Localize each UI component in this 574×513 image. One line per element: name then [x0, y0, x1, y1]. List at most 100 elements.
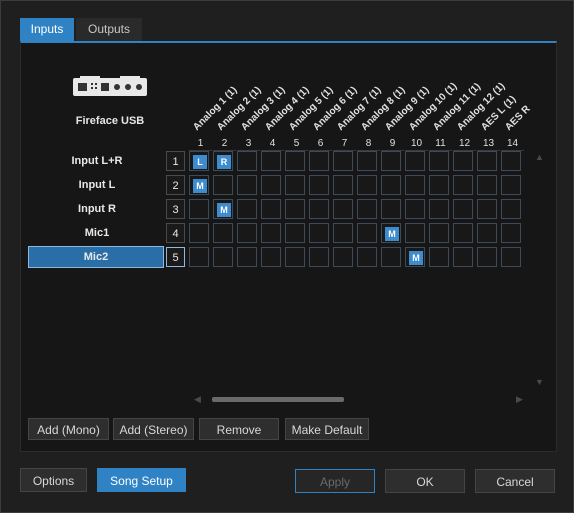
assignment-marker[interactable]: L [193, 155, 207, 169]
routing-cell[interactable] [261, 151, 281, 171]
channel-name[interactable]: Mic2 [28, 246, 164, 268]
apply-button[interactable]: Apply [295, 469, 375, 493]
routing-cell[interactable] [285, 151, 305, 171]
channel-name[interactable]: Input R [30, 199, 164, 219]
channel-name[interactable]: Mic1 [30, 223, 164, 243]
routing-cell[interactable] [477, 199, 497, 219]
routing-cell[interactable] [429, 199, 449, 219]
routing-cell[interactable]: L [189, 151, 209, 171]
tab-inputs[interactable]: Inputs [20, 18, 74, 41]
routing-cell[interactable] [333, 199, 353, 219]
channel-name[interactable]: Input L [30, 175, 164, 195]
options-button[interactable]: Options [20, 468, 87, 492]
routing-cell[interactable] [333, 247, 353, 267]
routing-cell[interactable] [405, 175, 425, 195]
routing-cell[interactable] [309, 175, 329, 195]
routing-cell[interactable]: R [213, 151, 233, 171]
routing-cell[interactable] [501, 247, 521, 267]
routing-cell[interactable] [333, 223, 353, 243]
routing-cell[interactable] [453, 199, 473, 219]
assignment-marker[interactable]: M [193, 179, 207, 193]
channel-name[interactable]: Input L+R [30, 151, 164, 171]
routing-cell[interactable] [453, 247, 473, 267]
routing-cell[interactable] [429, 247, 449, 267]
channel-number: 3 [166, 199, 185, 219]
routing-cell[interactable] [237, 199, 257, 219]
routing-cell[interactable] [189, 199, 209, 219]
routing-cell[interactable]: M [405, 247, 425, 267]
routing-cell[interactable] [285, 247, 305, 267]
routing-cell[interactable] [405, 223, 425, 243]
routing-cell[interactable] [261, 223, 281, 243]
routing-cell[interactable] [357, 223, 377, 243]
add-mono-button[interactable]: Add (Mono) [28, 418, 109, 440]
routing-cell[interactable] [501, 199, 521, 219]
routing-cell[interactable] [501, 151, 521, 171]
scroll-up-icon[interactable]: ▲ [535, 152, 544, 162]
routing-cell[interactable] [453, 175, 473, 195]
routing-cell[interactable] [333, 151, 353, 171]
routing-cell[interactable] [357, 151, 377, 171]
routing-cell[interactable] [357, 247, 377, 267]
routing-cell[interactable] [429, 151, 449, 171]
routing-cell[interactable] [309, 223, 329, 243]
routing-cell[interactable] [213, 175, 233, 195]
column-number: 7 [333, 138, 356, 151]
column-number: 11 [429, 138, 452, 151]
routing-cell[interactable] [237, 175, 257, 195]
routing-cell[interactable] [189, 223, 209, 243]
assignment-marker[interactable]: M [409, 251, 423, 265]
cancel-button[interactable]: Cancel [475, 469, 555, 493]
routing-cell[interactable] [501, 223, 521, 243]
routing-cell[interactable] [261, 247, 281, 267]
routing-cell[interactable] [309, 151, 329, 171]
routing-cell[interactable] [237, 247, 257, 267]
routing-cell[interactable] [309, 199, 329, 219]
routing-cell[interactable] [453, 223, 473, 243]
scroll-right-icon[interactable]: ▶ [516, 394, 523, 405]
routing-cell[interactable] [261, 175, 281, 195]
routing-cell[interactable] [357, 175, 377, 195]
routing-cell[interactable] [381, 151, 401, 171]
make-default-button[interactable]: Make Default [285, 418, 369, 440]
routing-cell[interactable] [237, 151, 257, 171]
routing-cell[interactable] [453, 151, 473, 171]
routing-cell[interactable] [477, 151, 497, 171]
routing-cell[interactable]: M [189, 175, 209, 195]
routing-cell[interactable] [285, 223, 305, 243]
ok-button[interactable]: OK [385, 469, 465, 493]
add-stereo-button[interactable]: Add (Stereo) [113, 418, 194, 440]
routing-cell[interactable] [333, 175, 353, 195]
routing-cell[interactable] [501, 175, 521, 195]
song-setup-button[interactable]: Song Setup [97, 468, 186, 492]
routing-cell[interactable] [381, 247, 401, 267]
assignment-marker[interactable]: M [385, 227, 399, 241]
routing-cell[interactable] [477, 247, 497, 267]
routing-cell[interactable] [189, 247, 209, 267]
routing-cell[interactable] [381, 199, 401, 219]
remove-button[interactable]: Remove [199, 418, 279, 440]
scroll-left-icon[interactable]: ◀ [194, 394, 201, 405]
routing-cell[interactable] [309, 247, 329, 267]
routing-cell[interactable] [213, 223, 233, 243]
tab-outputs[interactable]: Outputs [76, 18, 142, 41]
scroll-down-icon[interactable]: ▼ [535, 377, 544, 387]
routing-cell[interactable] [285, 175, 305, 195]
routing-cell[interactable] [213, 247, 233, 267]
routing-cell[interactable] [477, 175, 497, 195]
assignment-marker[interactable]: M [217, 203, 231, 217]
routing-cell[interactable] [381, 175, 401, 195]
routing-cell[interactable]: M [381, 223, 401, 243]
routing-cell[interactable] [357, 199, 377, 219]
routing-cell[interactable] [405, 151, 425, 171]
routing-cell[interactable] [261, 199, 281, 219]
routing-cell[interactable] [285, 199, 305, 219]
routing-cell[interactable] [429, 223, 449, 243]
routing-cell[interactable] [477, 223, 497, 243]
routing-cell[interactable]: M [213, 199, 233, 219]
routing-cell[interactable] [237, 223, 257, 243]
routing-cell[interactable] [405, 199, 425, 219]
assignment-marker[interactable]: R [217, 155, 231, 169]
routing-cell[interactable] [429, 175, 449, 195]
horizontal-scrollbar[interactable] [212, 397, 344, 402]
